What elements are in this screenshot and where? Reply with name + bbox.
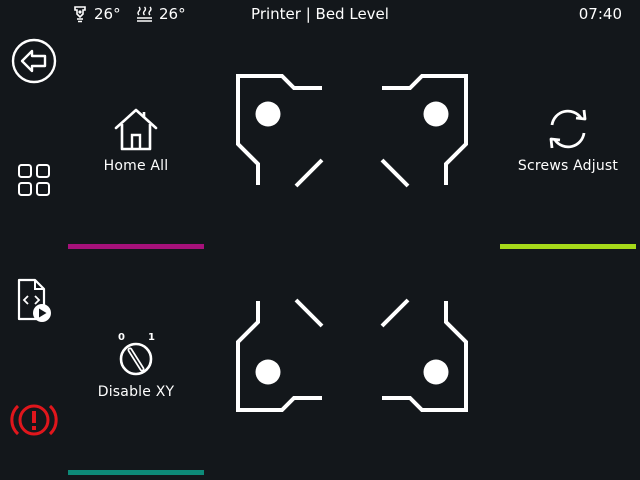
grid-icon (18, 164, 50, 196)
screws-adjust-label: Screws Adjust (517, 158, 619, 174)
menu-button[interactable] (0, 160, 68, 200)
gcode-file-play-icon (17, 278, 51, 322)
screws-adjust-bar (500, 244, 636, 249)
clock: 07:40 (578, 5, 622, 23)
refresh-icon (549, 109, 587, 149)
back-button[interactable] (0, 36, 68, 86)
bed-corner-front-left[interactable] (236, 298, 324, 412)
motor-switch-icon: 0 1 (118, 332, 155, 376)
print-button[interactable] (0, 276, 68, 326)
switch-off-label: 0 (118, 332, 125, 343)
bed-corner-back-left[interactable] (236, 74, 324, 188)
status-bar: 26° 26° Printer | Bed Level 07:40 (0, 0, 640, 28)
bed-corner-back-right[interactable] (380, 74, 468, 188)
home-all-button[interactable]: Home All (68, 100, 204, 250)
home-icon (114, 108, 158, 151)
switch-on-label: 1 (148, 332, 155, 343)
emergency-stop-button[interactable] (0, 396, 68, 444)
disable-xy-button[interactable]: 0 1 Disable XY (68, 326, 204, 476)
page-title: Printer | Bed Level (251, 5, 389, 23)
disable-xy-bar (68, 470, 204, 475)
arrow-left-circle-icon (11, 38, 57, 84)
home-all-bar (68, 244, 204, 249)
bed-level-screen: 26° 26° Printer | Bed Level 07:40 Home A… (0, 0, 640, 480)
home-all-label: Home All (103, 158, 169, 174)
bed-corner-front-right[interactable] (380, 298, 468, 412)
screws-adjust-button[interactable]: Screws Adjust (500, 100, 636, 250)
disable-xy-label: Disable XY (97, 384, 175, 400)
emergency-stop-icon (10, 404, 58, 436)
